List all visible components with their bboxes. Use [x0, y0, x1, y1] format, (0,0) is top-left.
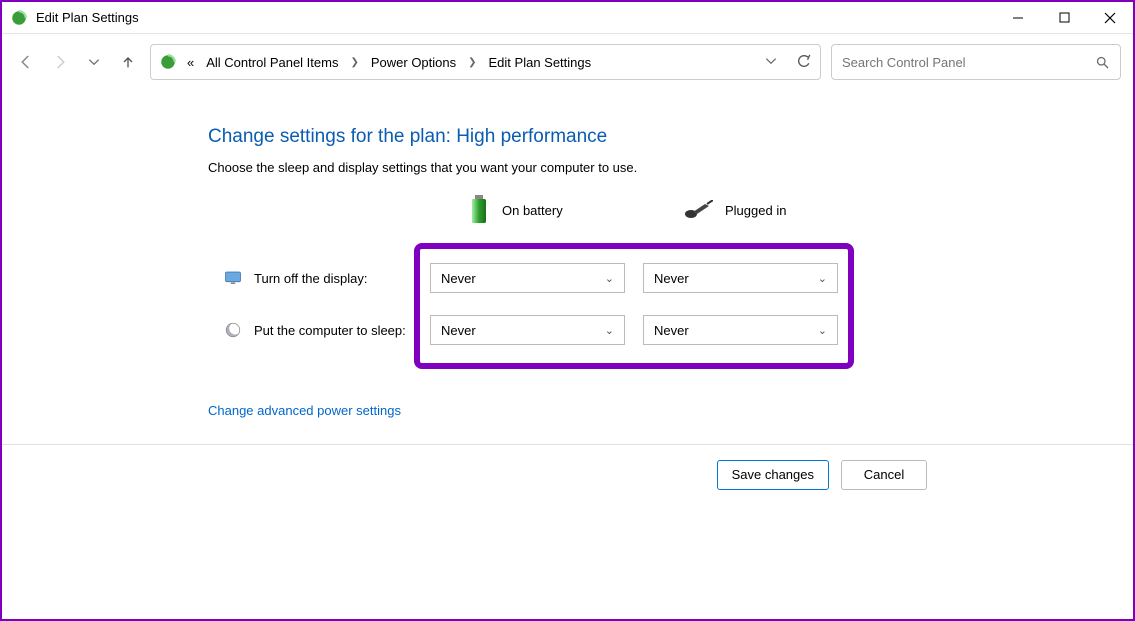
breadcrumb-item[interactable]: Edit Plan Settings	[487, 53, 594, 72]
app-icon	[10, 9, 28, 27]
battery-icon	[468, 195, 490, 225]
highlight-annotation: Turn off the display: Never ⌄ Never ⌄ Pu…	[414, 243, 854, 369]
chevron-down-icon: ⌄	[605, 272, 614, 285]
chevron-right-icon: ❯	[348, 57, 360, 68]
recent-dropdown-button[interactable]	[82, 50, 106, 74]
columns-header: On battery Plugged in	[468, 195, 1133, 225]
row-label-sleep: Put the computer to sleep:	[254, 323, 406, 338]
address-bar[interactable]: « All Control Panel Items ❯ Power Option…	[150, 44, 821, 80]
chevron-down-icon: ⌄	[605, 324, 614, 337]
address-dropdown-button[interactable]	[764, 54, 778, 71]
search-input[interactable]	[842, 55, 1095, 70]
minimize-button[interactable]	[995, 2, 1041, 34]
content-area: Change settings for the plan: High perfo…	[2, 90, 1133, 418]
page-heading: Change settings for the plan: High perfo…	[208, 126, 1133, 148]
chevron-down-icon: ⌄	[818, 272, 827, 285]
page-subheading: Choose the sleep and display settings th…	[208, 160, 1133, 175]
breadcrumb-item[interactable]: Power Options	[369, 53, 458, 72]
column-on-battery: On battery	[468, 195, 663, 225]
display-plugged-dropdown[interactable]: Never ⌄	[643, 263, 838, 293]
dropdown-value: Never	[654, 271, 689, 286]
display-battery-dropdown[interactable]: Never ⌄	[430, 263, 625, 293]
dropdown-value: Never	[654, 323, 689, 338]
sleep-battery-dropdown[interactable]: Never ⌄	[430, 315, 625, 345]
column-label-battery: On battery	[502, 203, 563, 218]
search-box[interactable]	[831, 44, 1121, 80]
sleep-plugged-dropdown[interactable]: Never ⌄	[643, 315, 838, 345]
forward-button[interactable]	[48, 50, 72, 74]
dropdown-value: Never	[441, 271, 476, 286]
row-turn-off-display: Turn off the display: Never ⌄ Never ⌄	[430, 263, 838, 293]
cancel-button[interactable]: Cancel	[841, 460, 927, 490]
display-icon	[224, 269, 242, 287]
chevron-right-icon: ❯	[466, 57, 478, 68]
column-label-plugged: Plugged in	[725, 203, 786, 218]
power-icon	[159, 53, 177, 71]
chevron-down-icon: ⌄	[818, 324, 827, 337]
breadcrumb-prefix[interactable]: «	[185, 53, 196, 72]
window-title: Edit Plan Settings	[36, 10, 139, 25]
toolbar: « All Control Panel Items ❯ Power Option…	[2, 34, 1133, 90]
back-button[interactable]	[14, 50, 38, 74]
row-label-display: Turn off the display:	[254, 271, 367, 286]
dropdown-value: Never	[441, 323, 476, 338]
column-plugged-in: Plugged in	[683, 200, 878, 220]
search-icon	[1095, 55, 1110, 70]
titlebar: Edit Plan Settings	[2, 2, 1133, 34]
advanced-settings-link[interactable]: Change advanced power settings	[208, 403, 401, 418]
plug-icon	[683, 200, 713, 220]
moon-icon	[224, 321, 242, 339]
breadcrumb-item[interactable]: All Control Panel Items	[204, 53, 340, 72]
save-button[interactable]: Save changes	[717, 460, 829, 490]
maximize-button[interactable]	[1041, 2, 1087, 34]
up-button[interactable]	[116, 50, 140, 74]
footer: Save changes Cancel	[2, 444, 1133, 504]
close-button[interactable]	[1087, 2, 1133, 34]
row-sleep: Put the computer to sleep: Never ⌄ Never…	[430, 315, 838, 345]
refresh-button[interactable]	[796, 53, 812, 72]
